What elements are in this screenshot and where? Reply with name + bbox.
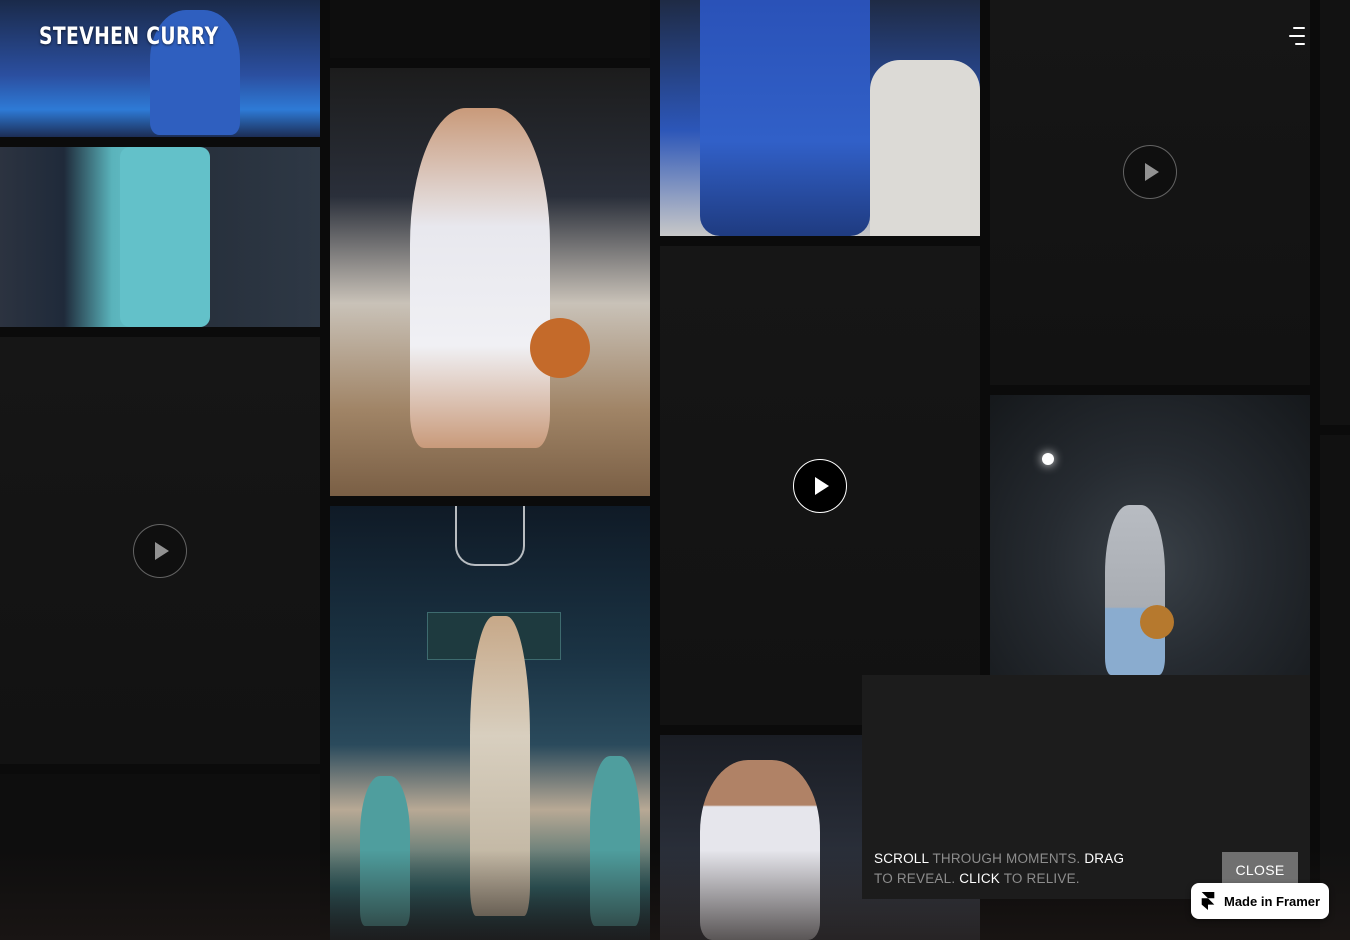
site-title[interactable]: STEVHEN CURRY (39, 22, 219, 50)
video-tile-5[interactable] (990, 0, 1310, 385)
play-icon (155, 542, 169, 560)
media-tile-7[interactable] (990, 395, 1310, 675)
media-tile-2[interactable] (0, 147, 320, 327)
media-tile-edge (1320, 0, 1350, 425)
media-tile-1[interactable] (0, 0, 320, 137)
media-tile-edge-2 (1320, 435, 1350, 940)
play-button[interactable] (793, 459, 847, 513)
video-tile-1[interactable] (0, 337, 320, 764)
instruction-text: TO REVEAL. (874, 871, 960, 886)
video-tile-4[interactable] (660, 246, 980, 725)
instructions-panel: SCROLL THROUGH MOMENTS. DRAG TO REVEAL. … (862, 675, 1310, 899)
made-in-framer-badge[interactable]: Made in Framer (1191, 883, 1329, 919)
media-tile-3[interactable] (330, 68, 650, 496)
framer-logo-icon (1201, 892, 1215, 910)
media-tile-4[interactable] (330, 506, 650, 940)
instructions-text: SCROLL THROUGH MOMENTS. DRAG TO REVEAL. … (874, 849, 1134, 889)
play-button[interactable] (133, 524, 187, 578)
instruction-keyword: CLICK (959, 871, 1000, 886)
instruction-keyword: DRAG (1084, 851, 1125, 866)
play-icon (1145, 163, 1159, 181)
framer-label: Made in Framer (1224, 893, 1321, 909)
menu-icon[interactable] (1287, 25, 1309, 47)
instruction-text: TO RELIVE. (1000, 871, 1080, 886)
play-icon (815, 477, 829, 495)
video-tile-2[interactable] (0, 774, 320, 940)
play-button[interactable] (1123, 145, 1177, 199)
media-tile-5[interactable] (660, 0, 980, 236)
video-tile-3[interactable] (330, 0, 650, 58)
instruction-keyword: SCROLL (874, 851, 929, 866)
instruction-text: THROUGH MOMENTS. (928, 851, 1085, 866)
